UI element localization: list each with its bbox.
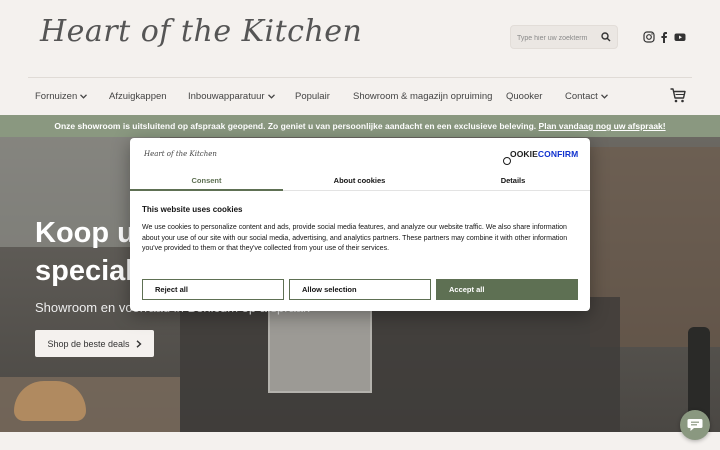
reject-all-button[interactable]: Reject all (142, 279, 284, 300)
cookieconfirm-logo: COOKIECONFIRM (503, 149, 578, 165)
chevron-right-icon (136, 339, 142, 348)
below-hero-strip (0, 432, 720, 450)
facebook-icon[interactable] (658, 31, 670, 43)
nav-item-showroom[interactable]: Showroom & magazijn opruiming (353, 91, 492, 102)
youtube-icon[interactable] (674, 31, 686, 43)
cookie-dialog-body: We use cookies to personalize content an… (142, 224, 568, 253)
hero-cabinet-image (180, 297, 620, 432)
nav-item-label: Inbouwapparatuur (188, 91, 265, 102)
tab-consent[interactable]: Consent (130, 171, 283, 191)
nav-item-label: Contact (565, 91, 598, 102)
allow-selection-button[interactable]: Allow selection (289, 279, 431, 300)
nav-item-fornuizen[interactable]: Fornuizen (35, 91, 88, 102)
cart-icon[interactable] (670, 87, 686, 103)
nav-item-afzuigkappen[interactable]: Afzuigkappen (109, 91, 167, 102)
cookie-tabs: Consent About cookies Details (130, 171, 590, 191)
nav-item-contact[interactable]: Contact (565, 91, 608, 102)
search-box[interactable] (510, 25, 618, 49)
tab-details[interactable]: Details (436, 171, 590, 191)
nav-item-populair[interactable]: Populair (295, 91, 330, 102)
dialog-brand-logo: Heart of the Kitchen (144, 150, 217, 158)
banner-appointment-link[interactable]: Plan vandaag nog uw afspraak! (539, 121, 666, 131)
nav-item-label: Quooker (506, 91, 543, 102)
site-header: Heart of the Kitchen (0, 0, 720, 78)
search-icon[interactable] (601, 32, 611, 42)
cookie-consent-dialog: Heart of the Kitchen COOKIECONFIRM Conse… (130, 138, 590, 311)
hero-oven-image (268, 307, 372, 393)
banner-text: Onze showroom is uitsluitend op afspraak… (54, 121, 537, 131)
nav-item-label: Fornuizen (35, 91, 78, 102)
nav-item-quooker[interactable]: Quooker (506, 91, 542, 102)
instagram-icon[interactable] (643, 31, 655, 43)
chat-button[interactable] (680, 410, 710, 440)
nav-item-label: Afzuigkappen (109, 91, 167, 102)
chevron-down-icon (267, 94, 275, 99)
site-logo[interactable]: Heart of the Kitchen (40, 14, 362, 49)
cookieconfirm-logo-cookie: OOKIE (510, 149, 538, 159)
search-input[interactable] (517, 30, 601, 46)
nav-item-label: Populair (295, 91, 330, 102)
chevron-down-icon (80, 94, 88, 99)
appointment-banner: Onze showroom is uitsluitend op afspraak… (0, 115, 720, 137)
tab-about-cookies[interactable]: About cookies (283, 171, 436, 191)
chevron-down-icon (600, 94, 608, 99)
cookie-dialog-title: This website uses cookies (142, 205, 243, 214)
shop-deals-label: Shop de beste deals (47, 338, 130, 349)
nav-item-inbouwapparatuur[interactable]: Inbouwapparatuur (188, 91, 275, 102)
shop-deals-button[interactable]: Shop de beste deals (35, 330, 154, 357)
accept-all-button[interactable]: Accept all (436, 279, 578, 300)
main-nav: Fornuizen Afzuigkappen Inbouwapparatuur … (0, 78, 720, 115)
chat-icon (687, 419, 703, 431)
nav-item-label: Showroom & magazijn opruiming (353, 91, 493, 102)
hero-bread-image (14, 381, 86, 421)
cookieconfirm-logo-confirm: CONFIRM (537, 149, 579, 159)
